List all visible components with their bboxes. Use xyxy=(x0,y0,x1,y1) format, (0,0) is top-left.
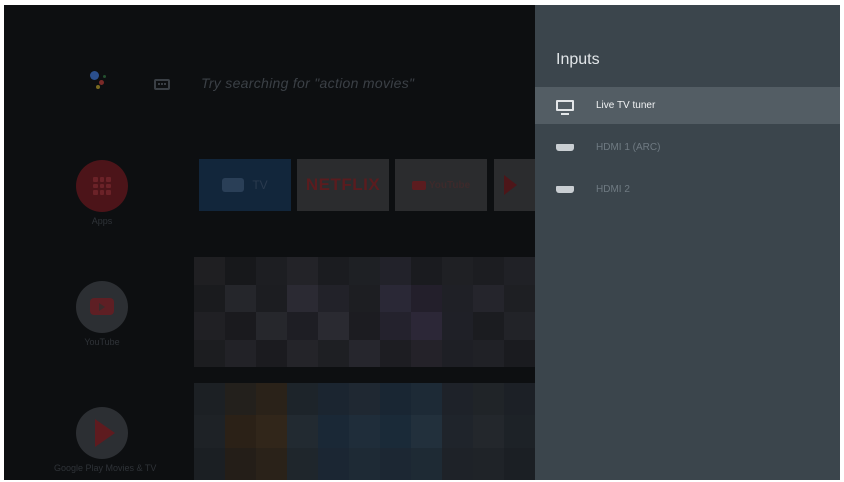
home-screen-background: Try searching for "action movies" Apps Y… xyxy=(4,5,535,480)
sidebar-item-label: Apps xyxy=(91,216,113,226)
content-row-thumbnails[interactable] xyxy=(194,257,535,367)
input-item-hdmi-1[interactable]: HDMI 1 (ARC) xyxy=(535,129,840,166)
input-item-label: HDMI 2 xyxy=(596,184,630,195)
tv-app-icon xyxy=(222,178,245,192)
hdmi-port-icon xyxy=(556,186,574,193)
content-row-thumbnails[interactable] xyxy=(194,383,535,480)
tile-play-movies[interactable] xyxy=(494,159,535,211)
tile-label: TV xyxy=(252,178,268,192)
search-hint[interactable]: Try searching for "action movies" xyxy=(201,75,414,91)
sidebar-item-apps[interactable]: Apps xyxy=(72,160,132,226)
tile-netflix[interactable]: NETFLIX xyxy=(297,159,389,211)
youtube-icon xyxy=(76,281,128,333)
sidebar-item-youtube[interactable]: YouTube xyxy=(72,281,132,347)
tile-label: YouTube xyxy=(428,179,471,191)
youtube-logo-icon xyxy=(411,180,426,190)
tv-icon xyxy=(556,100,574,115)
google-assistant-icon[interactable] xyxy=(86,67,112,93)
tile-youtube[interactable]: YouTube xyxy=(395,159,487,211)
tv-screen: Try searching for "action movies" Apps Y… xyxy=(4,5,840,480)
sidebar-item-label: YouTube xyxy=(84,337,120,347)
panel-title: Inputs xyxy=(556,51,600,68)
tile-label: NETFLIX xyxy=(305,175,381,194)
apps-icon xyxy=(76,160,128,212)
sidebar-item-label: Google Play Movies & TV xyxy=(54,463,157,473)
input-item-live-tv-tuner[interactable]: Live TV tuner xyxy=(535,87,840,124)
input-item-label: Live TV tuner xyxy=(596,100,656,111)
play-movies-icon xyxy=(504,175,517,195)
input-item-label: HDMI 1 (ARC) xyxy=(596,142,661,153)
sidebar-item-play-movies[interactable]: Google Play Movies & TV xyxy=(54,407,156,473)
inputs-panel: Inputs Live TV tuner HDMI 1 (ARC) HDMI 2 xyxy=(535,5,840,480)
tile-live-tv[interactable]: TV xyxy=(199,159,291,211)
input-item-hdmi-2[interactable]: HDMI 2 xyxy=(535,171,840,208)
play-movies-icon xyxy=(76,407,128,459)
keyboard-icon[interactable] xyxy=(154,79,170,90)
hdmi-port-icon xyxy=(556,144,574,151)
